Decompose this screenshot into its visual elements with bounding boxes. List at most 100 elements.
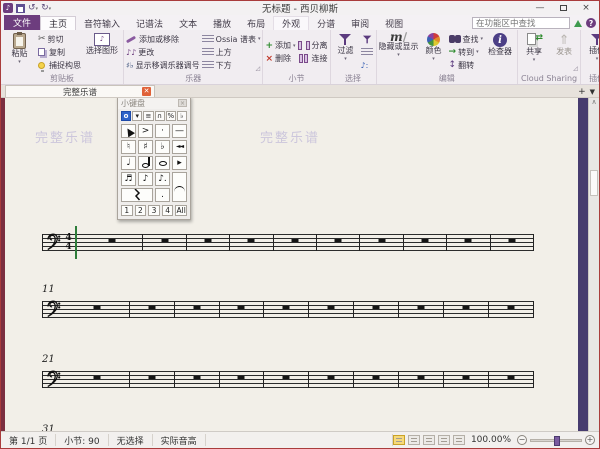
keypad-voice-all[interactable]: All [175, 205, 187, 216]
measure[interactable] [264, 301, 309, 318]
filter-button[interactable]: 过滤▾ [333, 31, 359, 73]
staff[interactable] [42, 371, 534, 388]
ribbon-search-input[interactable] [472, 17, 570, 29]
whole-rest[interactable] [291, 239, 298, 243]
time-signature[interactable]: 44 [64, 234, 73, 251]
whole-rest[interactable] [508, 239, 515, 243]
measure[interactable] [360, 234, 403, 251]
keypad-tab-articulations[interactable]: ∩ [155, 111, 165, 121]
goto-button[interactable]: →转到▾ [449, 46, 484, 59]
redo-button[interactable]: ↻▾ [41, 3, 51, 13]
whole-rest[interactable] [373, 376, 380, 380]
measure[interactable] [220, 371, 265, 388]
staccato-key[interactable]: · [155, 124, 170, 138]
vertical-scrollbar[interactable]: ∧ [588, 98, 599, 431]
flat-key[interactable]: ♭ [155, 140, 170, 154]
measure[interactable] [399, 301, 444, 318]
rest-key[interactable] [121, 188, 153, 202]
tab-switcher-button[interactable]: ▼ [590, 88, 595, 96]
whole-rest[interactable] [328, 376, 335, 380]
keypad-voice-1[interactable]: 1 [121, 205, 133, 216]
zoom-slider-thumb[interactable] [554, 436, 560, 446]
scrollbar-thumb[interactable] [590, 170, 598, 196]
whole-note-key[interactable] [155, 156, 170, 170]
measure[interactable] [81, 234, 143, 251]
staff-system-1[interactable]: 44 [42, 234, 534, 251]
keypad-close-icon[interactable]: × [178, 99, 187, 107]
ribbon-tab-5[interactable]: 播放 [205, 16, 239, 30]
advanced-filter-button[interactable] [361, 33, 374, 46]
new-tab-button[interactable]: + [578, 87, 586, 97]
whole-rest[interactable] [328, 306, 335, 310]
half-note-key[interactable] [138, 156, 153, 170]
keypad-voice-4[interactable]: 4 [162, 205, 174, 216]
measure[interactable] [444, 371, 489, 388]
delete-bar-button[interactable]: ×删除 [265, 52, 295, 65]
staff-system-3[interactable]: 21 [42, 354, 534, 388]
undo-button[interactable]: ↺▾ [28, 3, 38, 13]
staff-system-2[interactable]: 11 [42, 284, 534, 318]
close-tab-icon[interactable]: ✕ [142, 87, 151, 96]
document-tab-full-score[interactable]: 完整乐谱 ✕ [5, 85, 155, 97]
dotted-eighth-note-key[interactable]: ♪. [155, 172, 170, 186]
whole-rest[interactable] [422, 239, 429, 243]
tie-key[interactable] [172, 172, 187, 202]
dialog-launcher-icon[interactable]: ◿ [254, 65, 261, 72]
measure[interactable] [447, 234, 490, 251]
dialog-launcher-icon[interactable]: ◿ [572, 65, 579, 72]
zoom-out-button[interactable]: − [517, 435, 527, 445]
keypad-tab-more-notes[interactable]: ▾ [132, 111, 142, 121]
measure[interactable] [130, 371, 175, 388]
whole-rest[interactable] [148, 376, 155, 380]
measure[interactable] [274, 234, 317, 251]
hide-show-button[interactable]: m∕ 隐藏或显示▾ [379, 31, 419, 73]
ribbon-tab-1[interactable]: 主页 [40, 16, 76, 30]
natural-key[interactable]: ♮ [121, 140, 136, 154]
staff[interactable] [42, 301, 534, 318]
measure[interactable] [489, 301, 534, 318]
whole-rest[interactable] [283, 306, 290, 310]
view-mode-page-icon[interactable] [393, 435, 405, 445]
zoom-slider[interactable] [530, 439, 582, 442]
change-instrument-button[interactable]: ♪♪更改 [126, 46, 200, 59]
whole-rest[interactable] [248, 239, 255, 243]
capture-idea-button[interactable]: 捕捉构思 [38, 59, 81, 72]
transposing-score-button[interactable]: ♯♭显示移调乐器调号 [126, 59, 200, 72]
measure[interactable] [491, 234, 534, 251]
measure[interactable] [309, 371, 354, 388]
measure[interactable] [130, 301, 175, 318]
ribbon-tab-2[interactable]: 音符输入 [76, 16, 128, 30]
keypad-title-bar[interactable]: 小键盘 × [118, 98, 190, 109]
cut-button[interactable]: ✂剪切 [38, 33, 81, 46]
measure[interactable] [317, 234, 360, 251]
add-bar-button[interactable]: +添加▾ [265, 39, 295, 52]
select-notes-button[interactable]: ♪: [361, 59, 374, 72]
score-page[interactable]: 完整乐谱 完整乐谱 44112131 [5, 98, 578, 431]
zoom-in-button[interactable]: + [585, 435, 595, 445]
measure[interactable] [444, 301, 489, 318]
measure[interactable] [230, 234, 273, 251]
whole-rest[interactable] [418, 306, 425, 310]
keypad-voice-3[interactable]: 3 [148, 205, 160, 216]
measure[interactable] [175, 371, 220, 388]
whole-rest[interactable] [93, 306, 100, 310]
rewind-key[interactable]: ◄◄ [172, 140, 187, 154]
select-more-button[interactable] [361, 46, 374, 59]
collapse-ribbon-icon[interactable] [574, 20, 582, 27]
paste-button[interactable]: 粘贴▾ [3, 31, 36, 73]
ribbon-tab-4[interactable]: 文本 [171, 16, 205, 30]
staff-system-4[interactable]: 31 [42, 424, 534, 431]
whole-rest[interactable] [283, 376, 290, 380]
plugin-button[interactable]: 插件▾ [583, 31, 600, 73]
keypad-tab-jazz-articulations[interactable]: % [166, 111, 176, 121]
whole-rest[interactable] [418, 376, 425, 380]
whole-rest[interactable] [93, 376, 100, 380]
staff-above-button[interactable]: 上方 [202, 46, 261, 59]
whole-rest[interactable] [108, 239, 115, 243]
whole-rest[interactable] [193, 376, 200, 380]
measure[interactable] [399, 371, 444, 388]
find-button[interactable]: 查找▾ [449, 33, 484, 46]
share-button[interactable]: ⇄ 共享▾ [520, 31, 548, 73]
keypad-tab-accidentals[interactable]: ♭ [177, 111, 187, 121]
forward-key[interactable]: ▸ [172, 156, 187, 170]
